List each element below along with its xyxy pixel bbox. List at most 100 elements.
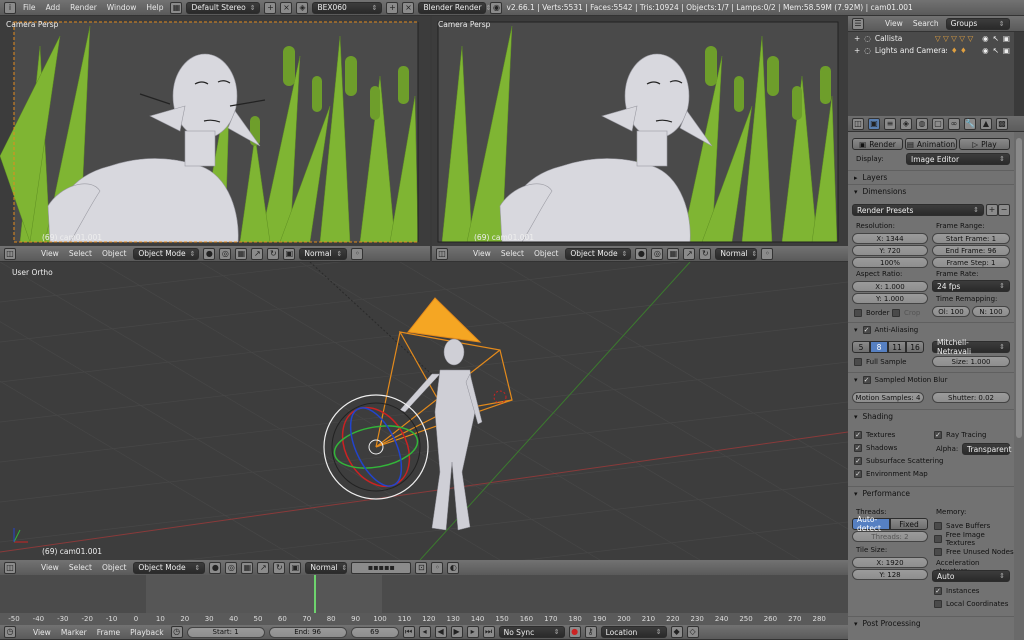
scene-select[interactable]: BEX060	[312, 1, 383, 14]
menu-select[interactable]: Select	[66, 563, 95, 572]
expand-icon[interactable]: +	[854, 46, 860, 55]
antialiasing-section[interactable]: ✓Anti-Aliasing	[848, 322, 1014, 336]
editor-type-icon[interactable]: ◫	[4, 247, 16, 260]
orientation-select[interactable]: Normal	[715, 247, 758, 260]
tile-y-field[interactable]: Y: 128	[852, 569, 928, 580]
jump-end-icon[interactable]: ⏭	[482, 626, 495, 638]
resolution-y-field[interactable]: Y: 720	[852, 245, 928, 256]
aa-samples-8[interactable]: 8	[870, 341, 888, 353]
sss-checkbox[interactable]: ✓ Subsurface Scattering	[854, 454, 944, 467]
menu-view[interactable]: View	[38, 249, 62, 258]
outliner-item-lights[interactable]: + ◌ Lights and Cameras ♦ ♦ ◉ ↖ ▣	[848, 44, 1014, 56]
threads-auto-button[interactable]: Auto-detect	[852, 515, 890, 533]
shading-section[interactable]: Shading	[848, 409, 1014, 423]
snap-icon[interactable]: ◦	[761, 247, 774, 260]
camera-icon[interactable]: ▣	[1003, 46, 1010, 55]
end-frame-field[interactable]: End Frame: 96	[932, 245, 1010, 256]
resolution-x-field[interactable]: X: 1344	[852, 233, 928, 244]
editor-type-icon[interactable]: ☰	[852, 17, 864, 30]
editor-type-icon[interactable]: ◷	[4, 626, 16, 638]
rotate-icon[interactable]: ↻	[267, 247, 280, 260]
layers-section[interactable]: Layers	[848, 170, 1014, 184]
frame-step-field[interactable]: Frame Step: 1	[932, 257, 1010, 268]
modifiers-tab-icon[interactable]: 🔧	[964, 117, 976, 130]
free-textures-checkbox[interactable]: Free Image Textures	[934, 531, 1014, 547]
motion-samples-field[interactable]: Motion Samples: 4	[852, 392, 924, 403]
prev-key-icon[interactable]: ◂	[418, 626, 431, 638]
camera-viewport-right[interactable]: Camera Persp (69) cam01.001	[432, 16, 848, 246]
animation-button[interactable]: ▤ Animation	[905, 138, 957, 150]
display-select[interactable]: Image Editor	[906, 153, 1010, 165]
shutter-field[interactable]: Shutter: 0.02	[932, 392, 1010, 403]
instances-checkbox[interactable]: ✓ Instances	[934, 584, 979, 597]
menu-playback[interactable]: Playback	[127, 628, 166, 637]
shading-icon[interactable]: ●	[635, 247, 648, 260]
layout-grid-icon[interactable]: ▦	[170, 1, 183, 14]
orientation-select[interactable]: Normal	[305, 561, 348, 574]
render-presets-select[interactable]: Render Presets	[852, 204, 984, 216]
scale-icon[interactable]: ▣	[289, 561, 302, 574]
crop-checkbox[interactable]: Crop	[892, 306, 920, 319]
menu-object[interactable]: Object	[531, 249, 561, 258]
remap-old-field[interactable]: Ol: 100	[932, 306, 970, 317]
timeline-area[interactable]: -50 -40 -30 -20 -10 0 10 20 30 40 50 60 70 80 90 100 110…	[0, 575, 848, 625]
menu-view[interactable]: View	[470, 249, 494, 258]
3d-viewport-ortho[interactable]: User Ortho (69) cam01.001	[0, 262, 848, 560]
layers-icon[interactable]: ▦	[667, 247, 680, 260]
orientation-select[interactable]: Normal	[299, 247, 348, 260]
pivot-icon[interactable]: ◎	[219, 247, 232, 260]
aa-samples-11[interactable]: 11	[888, 341, 906, 353]
fps-select[interactable]: 24 fps	[932, 280, 1010, 292]
cursor-icon[interactable]: ↖	[993, 46, 999, 55]
next-key-icon[interactable]: ▸	[466, 626, 479, 638]
border-checkbox[interactable]: Border	[854, 306, 889, 319]
layers-icon[interactable]: ▦	[241, 561, 254, 574]
shading-icon[interactable]: ●	[203, 247, 216, 260]
shadows-checkbox[interactable]: ✓ Shadows	[854, 441, 897, 454]
layer-buttons-icon[interactable]: ▪▪▪▪▪	[351, 561, 412, 574]
add-scene-icon[interactable]: +	[386, 1, 399, 14]
camera-viewport-left[interactable]: Camera Persp (69) cam01.001	[0, 16, 430, 246]
mode-select[interactable]: Object Mode	[565, 247, 632, 260]
snap-icon[interactable]: ◦	[431, 561, 444, 574]
delete-key-icon[interactable]: ◇	[686, 626, 699, 638]
scrollbar-thumb[interactable]	[1016, 138, 1022, 438]
menu-frame[interactable]: Frame	[94, 628, 123, 637]
editor-type-icon[interactable]: ◫	[852, 117, 864, 130]
threads-count-field[interactable]: Threads: 2	[852, 531, 928, 542]
camera-icon[interactable]: ▣	[1003, 34, 1010, 43]
editor-type-icon[interactable]: ◫	[4, 561, 16, 574]
menu-file[interactable]: File	[20, 3, 39, 12]
start-frame-field[interactable]: Start Frame: 1	[932, 233, 1010, 244]
menu-select[interactable]: Select	[66, 249, 95, 258]
outliner-item-callista[interactable]: + ◌ Callista ▽ ▽ ▽ ▽ ▽ ◉ ↖ ▣	[848, 32, 1014, 44]
local-coords-checkbox[interactable]: Local Coordinates	[934, 597, 1008, 610]
aa-size-field[interactable]: Size: 1.000	[932, 356, 1010, 367]
data-tab-icon[interactable]: ▲	[980, 117, 992, 130]
keying-set-icon[interactable]: ⚷	[584, 626, 597, 638]
menu-add[interactable]: Add	[43, 3, 64, 12]
lock-icon[interactable]: ⊡	[415, 561, 428, 574]
env-map-checkbox[interactable]: ✓ Environment Map	[854, 467, 928, 480]
properties-scrollbar[interactable]	[1014, 132, 1024, 640]
eye-icon[interactable]: ◉	[982, 46, 989, 55]
menu-view[interactable]: View	[38, 563, 62, 572]
end-frame-field[interactable]: End: 96	[268, 626, 347, 638]
object-tab-icon[interactable]: ▢	[932, 117, 944, 130]
world-tab-icon[interactable]: ◍	[916, 117, 928, 130]
menu-select[interactable]: Select	[498, 249, 527, 258]
add-preset-icon[interactable]: +	[986, 204, 998, 216]
rotate-icon[interactable]: ↻	[273, 561, 286, 574]
threads-fixed-button[interactable]: Fixed	[890, 518, 928, 530]
start-frame-field[interactable]: Start: 1	[186, 626, 265, 638]
layers-icon[interactable]: ▦	[235, 247, 248, 260]
render-engine-select[interactable]: Blender Render	[418, 1, 487, 14]
cursor-icon[interactable]: ↖	[993, 34, 999, 43]
remove-preset-icon[interactable]: −	[998, 204, 1010, 216]
jump-start-icon[interactable]: ⏮	[402, 626, 415, 638]
menu-view[interactable]: View	[30, 628, 54, 637]
pivot-icon[interactable]: ◎	[225, 561, 238, 574]
screen-layout-select[interactable]: Default Stereo	[186, 1, 261, 14]
ray-tracing-checkbox[interactable]: ✓ Ray Tracing	[934, 428, 986, 441]
aa-samples-5[interactable]: 5	[852, 341, 870, 353]
